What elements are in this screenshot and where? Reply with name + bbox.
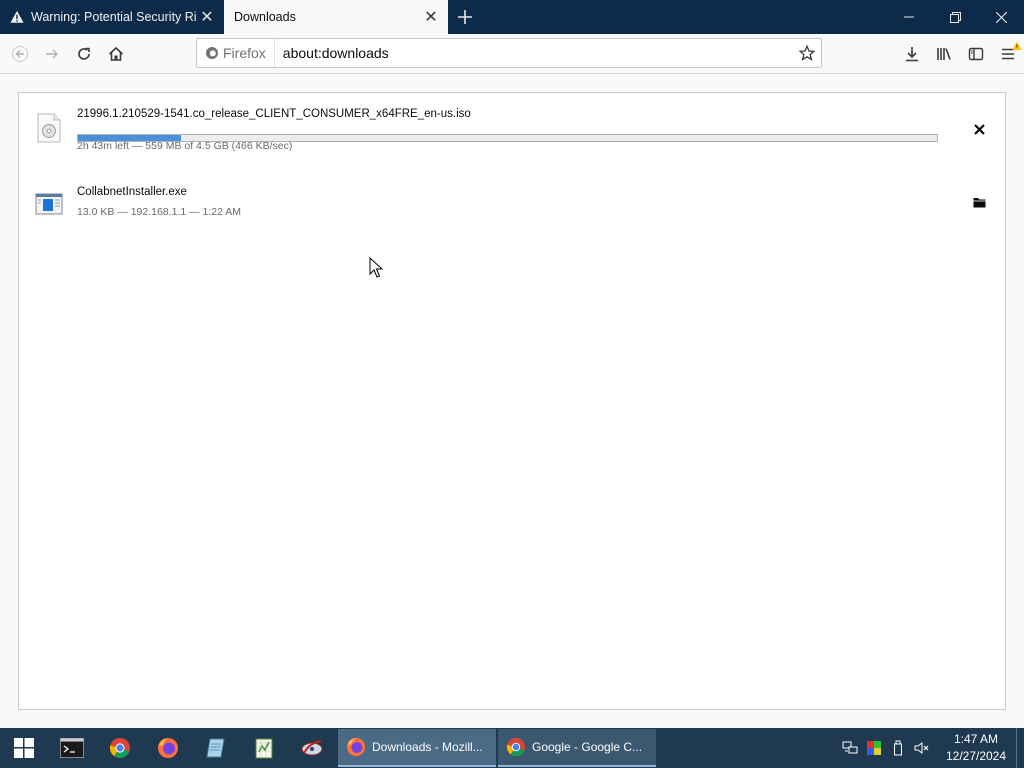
url-bar[interactable]: Firefox about:downloads xyxy=(196,38,822,68)
bookmark-button[interactable] xyxy=(793,45,821,61)
download-filename: 21996.1.210529-1541.co_release_CLIENT_CO… xyxy=(77,108,471,120)
close-window-button[interactable] xyxy=(978,0,1024,34)
clock-date: 12/27/2024 xyxy=(945,749,1007,763)
library-button[interactable] xyxy=(928,38,960,70)
firefox-icon xyxy=(158,738,178,758)
start-button[interactable] xyxy=(0,728,48,768)
back-button[interactable] xyxy=(4,38,36,70)
download-item[interactable]: 21996.1.210529-1541.co_release_CLIENT_CO… xyxy=(19,101,1005,161)
cancel-icon xyxy=(973,123,985,135)
window-controls xyxy=(886,0,1024,34)
disc-file-icon xyxy=(37,113,61,143)
close-tab-icon[interactable]: ✕ xyxy=(420,7,442,27)
restore-button[interactable] xyxy=(932,0,978,34)
firefox-icon xyxy=(346,737,366,757)
windows-logo-icon xyxy=(14,738,34,758)
exe-file-icon xyxy=(35,193,63,215)
taskbar-notepad[interactable] xyxy=(192,728,240,768)
tab-security-warning[interactable]: Warning: Potential Security Risk Ahead ✕ xyxy=(0,0,224,34)
url-text[interactable]: about:downloads xyxy=(275,45,793,61)
tray-volume[interactable] xyxy=(910,728,934,768)
color-palette-icon xyxy=(867,741,881,755)
library-icon xyxy=(937,48,951,60)
reload-button[interactable] xyxy=(68,38,100,70)
taskbar-spreadsheet[interactable] xyxy=(240,728,288,768)
star-icon xyxy=(799,45,815,61)
tray-color-app[interactable] xyxy=(862,728,886,768)
taskbar-app-chrome-google[interactable]: Google - Google C... xyxy=(498,729,656,767)
close-tab-icon[interactable]: ✕ xyxy=(196,7,218,27)
toolbar-right xyxy=(896,38,1024,70)
navigation-toolbar: Firefox about:downloads xyxy=(0,34,1024,74)
forward-arrow-icon xyxy=(46,49,58,58)
system-tray: 1:47 AM 12/27/2024 xyxy=(838,728,1024,768)
home-button[interactable] xyxy=(100,38,132,70)
tab-title: Downloads xyxy=(234,10,296,24)
plus-icon xyxy=(458,10,472,24)
notepad-icon xyxy=(206,738,225,758)
taskbar: Downloads - Mozill... Google - Google C.… xyxy=(0,728,1024,768)
taskbar-clock[interactable]: 1:47 AM 12/27/2024 xyxy=(940,731,1012,765)
downloads-button[interactable] xyxy=(896,38,928,70)
tray-usb[interactable] xyxy=(886,728,910,768)
volume-muted-icon xyxy=(914,742,929,754)
show-desktop-button[interactable] xyxy=(1016,728,1024,768)
terminal-icon xyxy=(60,738,84,758)
taskbar-firefox[interactable] xyxy=(144,728,192,768)
download-status: 2h 43m left — 559 MB of 4.5 GB (466 KB/s… xyxy=(77,140,293,152)
taskbar-app-firefox-downloads[interactable]: Downloads - Mozill... xyxy=(338,729,496,767)
open-folder-icon xyxy=(973,197,985,207)
clock-time: 1:47 AM xyxy=(953,732,999,746)
tab-title: Warning: Potential Security Risk Ahead xyxy=(31,10,196,24)
taskbar-chrome[interactable] xyxy=(96,728,144,768)
sidebar-icon xyxy=(968,47,984,61)
downloads-list: 21996.1.210529-1541.co_release_CLIENT_CO… xyxy=(18,92,1006,710)
chrome-icon xyxy=(506,737,526,757)
home-icon xyxy=(108,46,124,61)
minimize-button[interactable] xyxy=(886,0,932,34)
network-icon xyxy=(842,741,858,754)
download-filename: CollabnetInstaller.exe xyxy=(77,186,187,198)
taskbar-app-label: Downloads - Mozill... xyxy=(372,740,483,754)
usb-device-icon xyxy=(894,740,902,756)
spreadsheet-icon xyxy=(255,738,273,759)
forward-button[interactable] xyxy=(36,38,68,70)
download-item[interactable]: CollabnetInstaller.exe 13.0 KB — 192.168… xyxy=(19,177,1005,237)
warning-icon xyxy=(10,10,24,23)
taskbar-network-tool[interactable] xyxy=(288,728,336,768)
network-tool-icon xyxy=(301,740,323,756)
tab-strip: Warning: Potential Security Risk Ahead ✕… xyxy=(0,0,1024,34)
restore-icon xyxy=(949,11,961,23)
close-icon xyxy=(995,11,1007,23)
download-arrow-icon xyxy=(906,47,918,62)
identity-box[interactable]: Firefox xyxy=(197,39,275,67)
chrome-icon xyxy=(109,738,130,758)
taskbar-app-label: Google - Google C... xyxy=(532,740,643,754)
back-arrow-icon xyxy=(12,45,28,62)
update-warning-badge-icon xyxy=(1012,41,1022,50)
show-in-folder-button[interactable] xyxy=(967,190,991,214)
reload-icon xyxy=(78,47,90,60)
identity-label: Firefox xyxy=(223,45,266,61)
download-status: 13.0 KB — 192.168.1.1 — 1:22 AM xyxy=(77,206,242,218)
tab-downloads[interactable]: Downloads ✕ xyxy=(224,0,448,34)
sidebar-button[interactable] xyxy=(960,38,992,70)
mouse-cursor-icon xyxy=(369,257,383,278)
minimize-icon xyxy=(904,16,914,18)
cancel-download-button[interactable] xyxy=(967,117,991,141)
tray-network[interactable] xyxy=(838,728,862,768)
taskbar-terminal[interactable] xyxy=(48,728,96,768)
menu-button[interactable] xyxy=(992,38,1024,70)
firefox-logo-icon xyxy=(206,47,218,59)
new-tab-button[interactable] xyxy=(448,0,482,34)
